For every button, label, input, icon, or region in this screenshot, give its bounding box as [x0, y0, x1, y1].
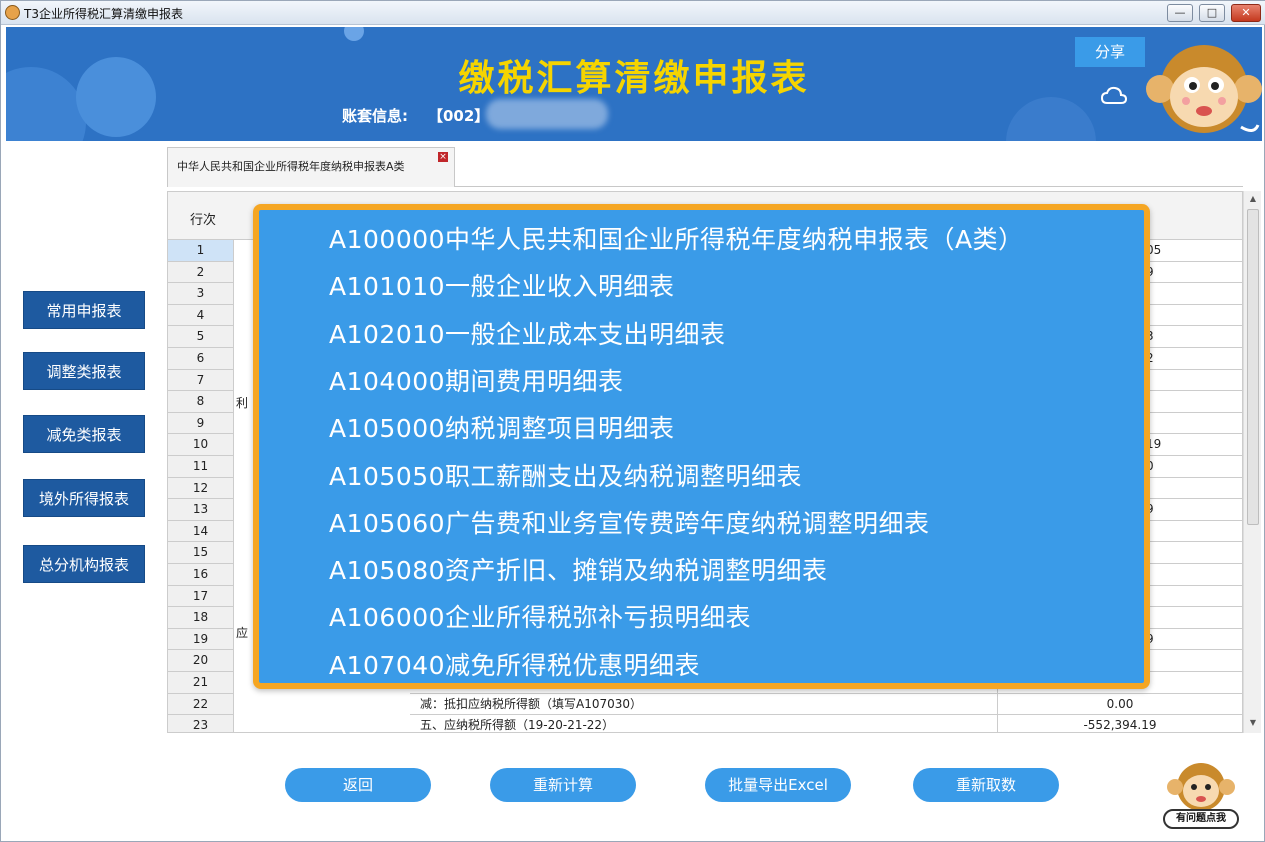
help-label: 有问题点我 [1163, 809, 1239, 829]
row-number: 12 [168, 477, 234, 500]
column-header-rownum: 行次 [190, 213, 217, 228]
decor-bubble [1006, 97, 1096, 141]
close-button[interactable]: ✕ [1231, 4, 1261, 22]
scrollbar-thumb[interactable] [1247, 209, 1259, 525]
report-list-popup: A100000中华人民共和国企业所得税年度纳税申报表（A类） A101010一般企… [253, 204, 1150, 689]
vertical-scrollbar[interactable]: ▲ ▼ [1243, 191, 1261, 733]
row-number: 10 [168, 434, 234, 456]
row-number: 9 [168, 412, 234, 435]
tab-bar: 中华人民共和国企业所得税年度纳税申报表A类 × [167, 147, 1243, 187]
tab-close-icon[interactable]: × [438, 152, 448, 162]
tab-label: 中华人民共和国企业所得税年度纳税申报表A类 [177, 160, 405, 173]
row-number: 5 [168, 326, 234, 348]
report-list-item[interactable]: A105050职工薪酬支出及纳税调整明细表 [329, 457, 802, 493]
row-number: 2 [168, 261, 234, 284]
report-list-item[interactable]: A102010一般企业成本支出明细表 [329, 315, 726, 351]
row-number: 23 [168, 715, 234, 732]
page-title: 缴税汇算清缴申报表 [458, 58, 810, 99]
row-number: 15 [168, 542, 234, 564]
export-excel-button[interactable]: 批量导出Excel [705, 768, 851, 802]
cloud-icon[interactable] [1101, 85, 1127, 107]
table-row[interactable]: 22 减：抵扣应纳税所得额（填写A107030） 0.00 [168, 693, 1242, 716]
row-amount[interactable]: 0.00 [998, 694, 1242, 716]
maximize-button[interactable]: □ [1199, 4, 1225, 22]
title-bar: T3企业所得税汇算清缴申报表 — □ ✕ [1, 1, 1265, 25]
row-number: 19 [168, 628, 234, 651]
table-row[interactable]: 23 五、应纳税所得额（19-20-21-22） -552,394.19 [168, 715, 1242, 732]
account-info-label: 账套信息: [342, 107, 408, 125]
report-list-item[interactable]: A101010一般企业收入明细表 [329, 267, 675, 303]
report-list-item[interactable]: A105080资产折旧、摊销及纳税调整明细表 [329, 551, 828, 587]
window-title: T3企业所得税汇算清缴申报表 [24, 7, 183, 21]
row-number: 18 [168, 607, 234, 629]
report-list-item[interactable]: A104000期间费用明细表 [329, 362, 624, 398]
row-number: 7 [168, 369, 234, 392]
help-button[interactable]: 有问题点我 [1159, 757, 1243, 831]
row-number: 16 [168, 564, 234, 586]
recalculate-button[interactable]: 重新计算 [490, 768, 636, 802]
account-code: 【002】 [428, 107, 490, 125]
minimize-button[interactable]: — [1167, 4, 1193, 22]
refetch-data-button[interactable]: 重新取数 [913, 768, 1059, 802]
app-monkey-icon [5, 5, 20, 20]
report-list-item[interactable]: A105060广告费和业务宣传费跨年度纳税调整明细表 [329, 504, 930, 540]
row-number: 8 [168, 391, 234, 413]
header-banner: 缴税汇算清缴申报表 账套信息: 【002】 分享 [6, 27, 1262, 141]
row-number: 13 [168, 499, 234, 521]
row-number: 3 [168, 283, 234, 305]
report-list-item[interactable]: A107040减免所得税优惠明细表 [329, 646, 700, 682]
decor-bubble [344, 27, 364, 41]
report-list-item[interactable]: A106000企业所得税弥补亏损明细表 [329, 598, 751, 634]
row-number: 17 [168, 585, 234, 608]
nav-adjustment-reports[interactable]: 调整类报表 [23, 352, 145, 390]
nav-common-reports[interactable]: 常用申报表 [23, 291, 145, 329]
tab-annual-return-a[interactable]: 中华人民共和国企业所得税年度纳税申报表A类 × [167, 147, 455, 187]
account-name-redacted [486, 99, 608, 129]
report-list-item[interactable]: A105000纳税调整项目明细表 [329, 409, 675, 445]
monkey-mascot-icon [1146, 45, 1262, 133]
report-list-item[interactable]: A100000中华人民共和国企业所得税年度纳税申报表（A类） [329, 220, 1024, 256]
row-number: 1 [168, 240, 234, 262]
app-window: T3企业所得税汇算清缴申报表 — □ ✕ 缴税汇算清缴申报表 账套信息: 【00… [0, 0, 1265, 842]
nav-branch-reports[interactable]: 总分机构报表 [23, 545, 145, 583]
row-number: 22 [168, 693, 234, 716]
row-number: 21 [168, 672, 234, 694]
row-number: 14 [168, 520, 234, 543]
back-button[interactable]: 返回 [285, 768, 431, 802]
row-number: 4 [168, 304, 234, 327]
row-amount[interactable]: -552,394.19 [998, 715, 1242, 732]
row-number: 20 [168, 650, 234, 672]
row-number: 11 [168, 456, 234, 478]
scroll-up-icon[interactable]: ▲ [1244, 191, 1262, 207]
nav-exemption-reports[interactable]: 减免类报表 [23, 415, 145, 453]
share-button[interactable]: 分享 [1075, 37, 1145, 67]
row-description: 五、应纳税所得额（19-20-21-22） [410, 715, 998, 732]
scroll-down-icon[interactable]: ▼ [1244, 715, 1262, 731]
nav-foreign-income-reports[interactable]: 境外所得报表 [23, 479, 145, 517]
monkey-help-icon [1167, 763, 1235, 811]
row-number: 6 [168, 348, 234, 370]
row-description: 减：抵扣应纳税所得额（填写A107030） [410, 693, 998, 716]
